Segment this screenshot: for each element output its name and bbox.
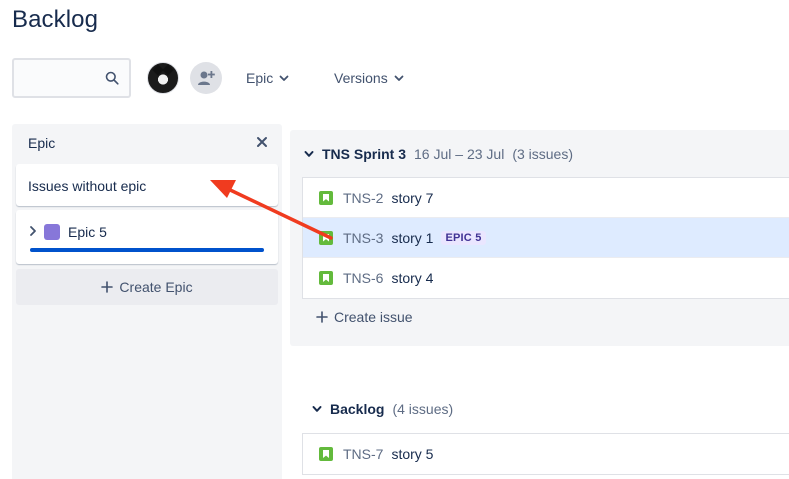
chevron-down-icon — [279, 75, 289, 81]
issue-key[interactable]: TNS-3 — [343, 230, 383, 246]
issue-row[interactable]: TNS-7 story 5 — [303, 434, 789, 474]
issue-summary: story 1 — [391, 229, 434, 246]
epic-filter-dropdown[interactable]: Epic — [246, 66, 289, 90]
sprint-name: TNS Sprint 3 — [322, 146, 407, 162]
create-issue-button[interactable]: Create issue — [316, 309, 413, 325]
search-icon — [105, 71, 119, 85]
epic-lozenge[interactable]: EPIC 5 — [441, 230, 486, 245]
epic-item[interactable]: Epic 5 — [16, 210, 278, 264]
close-icon[interactable] — [254, 134, 270, 150]
epic-panel-title: Epic — [28, 135, 56, 151]
issue-summary: story 7 — [391, 189, 434, 206]
search-input[interactable] — [12, 58, 131, 98]
backlog-header[interactable]: Backlog (4 issues) — [312, 401, 453, 417]
backlog-issue-list: TNS-7 story 5 — [302, 433, 789, 475]
chevron-right-icon[interactable] — [28, 225, 38, 237]
issue-key[interactable]: TNS-6 — [343, 270, 383, 286]
issue-row[interactable]: TNS-2 story 7 — [303, 178, 789, 218]
epic-progress-bar — [30, 248, 264, 252]
story-icon — [319, 271, 333, 285]
create-epic-label: Create Epic — [119, 279, 193, 295]
versions-filter-dropdown[interactable]: Versions — [334, 66, 404, 90]
avatar[interactable] — [147, 62, 179, 94]
story-icon — [319, 190, 333, 205]
issue-summary: story 4 — [391, 270, 434, 286]
sprint-dates: 16 Jul – 23 Jul — [414, 146, 505, 162]
epic-color-swatch — [44, 224, 60, 240]
issue-row[interactable]: TNS-6 story 4 — [303, 258, 789, 298]
epic-name: Epic 5 — [68, 224, 107, 240]
story-icon — [319, 447, 333, 461]
epic-panel: Epic Issues without epic Epic 5 Create E… — [12, 124, 282, 479]
chevron-down-icon[interactable] — [312, 404, 322, 414]
backlog-issue-count: (4 issues) — [392, 401, 454, 417]
add-user-button[interactable] — [190, 62, 222, 94]
create-issue-label: Create issue — [334, 309, 413, 325]
versions-filter-label: Versions — [334, 70, 388, 86]
chevron-down-icon[interactable] — [304, 149, 314, 159]
story-icon — [319, 230, 333, 245]
plus-icon — [316, 311, 328, 323]
issues-without-epic-item[interactable]: Issues without epic — [16, 164, 278, 206]
add-person-icon — [198, 71, 215, 85]
issue-key[interactable]: TNS-7 — [343, 446, 383, 462]
sprint-issue-list: TNS-2 story 7 TNS-3 story 1 EPIC 5 TNS-6… — [302, 177, 789, 299]
issue-key[interactable]: TNS-2 — [343, 190, 383, 206]
page-title: Backlog — [12, 6, 99, 33]
issue-row-selected[interactable]: TNS-3 story 1 EPIC 5 — [303, 218, 789, 258]
sprint-container: TNS Sprint 3 16 Jul – 23 Jul (3 issues) … — [290, 130, 789, 346]
chevron-down-icon — [394, 75, 404, 81]
issue-summary: story 5 — [391, 446, 434, 462]
epic-filter-label: Epic — [246, 70, 274, 86]
sprint-header[interactable]: TNS Sprint 3 16 Jul – 23 Jul (3 issues) — [304, 146, 573, 162]
backlog-name: Backlog — [330, 401, 385, 417]
plus-icon — [101, 281, 114, 293]
avatar-ear-right — [162, 64, 174, 76]
sprint-issue-count: (3 issues) — [512, 146, 573, 162]
create-epic-button[interactable]: Create Epic — [16, 269, 278, 305]
